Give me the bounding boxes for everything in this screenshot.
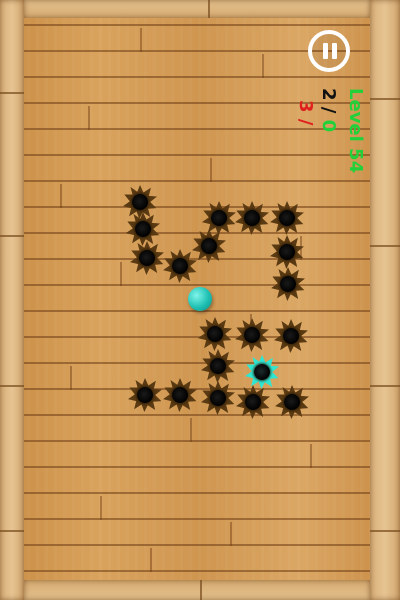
hole bbox=[201, 381, 235, 415]
lives-current: 3 bbox=[295, 100, 316, 113]
hole bbox=[198, 317, 232, 351]
hole bbox=[235, 318, 269, 352]
frame-right bbox=[370, 0, 400, 600]
hole bbox=[270, 235, 304, 269]
progress-separator: / bbox=[318, 100, 339, 120]
hole bbox=[275, 385, 309, 419]
frame-left bbox=[0, 0, 24, 600]
hole bbox=[130, 241, 164, 275]
lives-separator: / bbox=[295, 112, 316, 126]
lives-counter: 3 / bbox=[295, 100, 316, 126]
hole bbox=[271, 267, 305, 301]
hole bbox=[274, 319, 308, 353]
hole bbox=[202, 201, 236, 235]
level-label: Level 54 bbox=[345, 88, 366, 174]
target-hole bbox=[245, 355, 279, 389]
hole bbox=[235, 201, 269, 235]
game-board[interactable]: Level 54 2 / 0 3 / bbox=[0, 0, 400, 600]
progress-current: 2 bbox=[318, 88, 339, 101]
frame-bottom bbox=[24, 580, 370, 600]
progress-target: 0 bbox=[318, 119, 339, 133]
player-ball[interactable] bbox=[188, 287, 212, 311]
hole bbox=[236, 385, 270, 419]
hole bbox=[163, 378, 197, 412]
hole bbox=[128, 378, 162, 412]
hole bbox=[270, 201, 304, 235]
pause-button[interactable] bbox=[308, 30, 350, 72]
frame-top bbox=[24, 0, 370, 18]
hole bbox=[201, 349, 235, 383]
progress-counter: 2 / 0 bbox=[318, 88, 339, 133]
hud: Level 54 2 / 0 3 / bbox=[290, 88, 366, 173]
